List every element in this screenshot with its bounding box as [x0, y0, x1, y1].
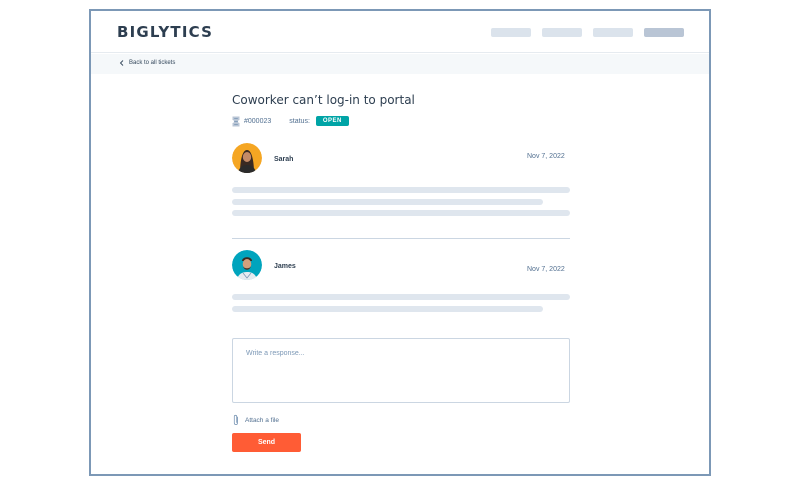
nav-item-1[interactable] — [491, 28, 531, 37]
message-text-placeholder — [232, 306, 543, 312]
status-label: status: — [289, 117, 310, 125]
message-text-placeholder — [232, 187, 570, 193]
message-text-placeholder — [232, 210, 570, 216]
send-button[interactable]: Send — [232, 433, 301, 452]
message-text-placeholder — [232, 294, 570, 300]
browser-frame: BIGLYTICS Back to all tickets Coworker c… — [89, 9, 711, 476]
ticket-id: #000023 — [244, 117, 272, 125]
avatar-sarah[interactable] — [232, 143, 262, 173]
message-date: Nov 7, 2022 — [527, 153, 565, 160]
ticket-icon — [232, 116, 240, 126]
message-divider — [232, 238, 570, 239]
response-input[interactable]: Write a response... — [232, 338, 570, 403]
sarah-avatar-image — [232, 143, 262, 173]
response-placeholder: Write a response... — [246, 350, 305, 357]
ticket-meta: #000023 status: OPEN — [232, 115, 349, 127]
nav-item-2[interactable] — [542, 28, 582, 37]
page-title: Coworker can’t log-in to portal — [232, 93, 415, 107]
attach-file-label: Attach a file — [245, 416, 279, 424]
message-date: Nov 7, 2022 — [527, 266, 565, 273]
message-author: James — [274, 263, 296, 270]
back-to-tickets-link[interactable]: Back to all tickets — [119, 60, 175, 66]
top-nav: BIGLYTICS — [91, 11, 709, 53]
nav-item-3[interactable] — [593, 28, 633, 37]
paperclip-icon — [233, 414, 238, 425]
back-link-label: Back to all tickets — [129, 60, 176, 66]
chevron-left-icon — [119, 60, 124, 66]
message-author: Sarah — [274, 156, 294, 163]
status-badge: OPEN — [315, 116, 349, 126]
breadcrumb: Back to all tickets — [91, 54, 709, 74]
message-text-placeholder — [232, 199, 543, 205]
logo[interactable]: BIGLYTICS — [117, 23, 213, 41]
attach-file-link[interactable]: Attach a file — [232, 414, 279, 426]
james-avatar-image — [232, 250, 262, 280]
avatar-james[interactable] — [232, 250, 262, 280]
nav-item-4[interactable] — [644, 28, 684, 37]
